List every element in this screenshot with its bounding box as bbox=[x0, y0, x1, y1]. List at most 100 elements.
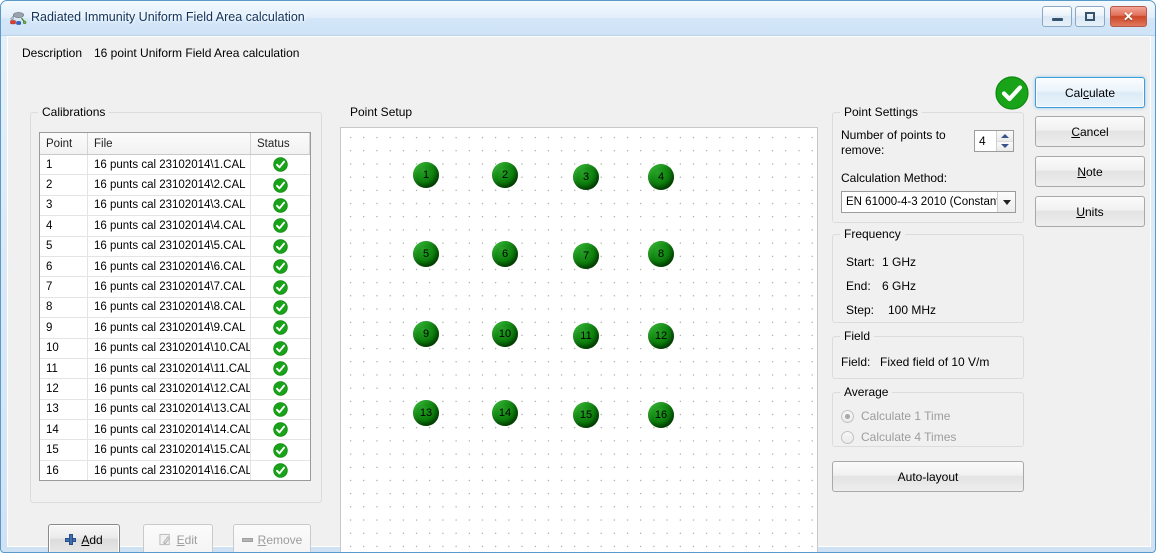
calibrations-table[interactable]: Point File Status 1 16 punts cal 23102014… bbox=[39, 132, 311, 481]
table-row[interactable]: 9 16 punts cal 23102014\9.CAL bbox=[40, 318, 310, 339]
description-value: 16 point Uniform Field Area calculation bbox=[94, 46, 300, 60]
calculation-method-select[interactable]: EN 61000-4-3 2010 (Constant f bbox=[841, 191, 1016, 213]
point-marker[interactable]: 4 bbox=[648, 164, 674, 190]
radio-calculate-1-time-label: Calculate 1 Time bbox=[861, 409, 951, 423]
table-row[interactable]: 4 16 punts cal 23102014\4.CAL bbox=[40, 216, 310, 237]
status-ok-icon bbox=[273, 218, 288, 234]
cell-point: 13 bbox=[40, 399, 88, 420]
table-row[interactable]: 16 16 punts cal 23102014\16.CAL bbox=[40, 460, 310, 480]
stepper-up-button[interactable] bbox=[997, 131, 1013, 141]
cell-file: 16 punts cal 23102014\16.CAL bbox=[88, 460, 251, 480]
calculate-button[interactable]: Calculate bbox=[1035, 77, 1145, 108]
table-row[interactable]: 10 16 punts cal 23102014\10.CAL bbox=[40, 338, 310, 359]
status-ok-icon bbox=[273, 239, 288, 254]
radio-calculate-4-times[interactable]: Calculate 4 Times bbox=[841, 430, 956, 444]
edit-button[interactable]: Edit bbox=[143, 524, 213, 552]
point-marker[interactable]: 1 bbox=[413, 162, 439, 188]
frequency-start-value: 1 GHz bbox=[882, 255, 917, 269]
table-row[interactable]: 11 16 punts cal 23102014\11.CAL bbox=[40, 358, 310, 380]
column-header-point[interactable]: Point bbox=[40, 133, 88, 154]
point-marker[interactable]: 16 bbox=[648, 402, 674, 428]
window-title: Radiated Immunity Uniform Field Area cal… bbox=[31, 10, 305, 24]
point-marker[interactable]: 7 bbox=[573, 243, 599, 269]
minimize-icon bbox=[1043, 7, 1071, 26]
minimize-button[interactable] bbox=[1042, 6, 1072, 27]
close-button[interactable]: ✕ bbox=[1110, 6, 1147, 27]
point-setup-canvas[interactable]: 1 2 3 4 5 6 7 8 9 10 11 12 13 14 15 16 bbox=[340, 127, 818, 552]
table-row[interactable]: 7 16 punts cal 23102014\7.CAL bbox=[40, 277, 310, 298]
title-bar: Radiated Immunity Uniform Field Area cal… bbox=[1, 1, 1155, 36]
status-ok-icon bbox=[273, 300, 288, 315]
status-ok-icon bbox=[273, 381, 288, 397]
table-row[interactable]: 3 16 punts cal 23102014\3.CAL bbox=[40, 195, 310, 217]
table-row[interactable]: 13 16 punts cal 23102014\13.CAL bbox=[40, 399, 310, 421]
stepper-down-button[interactable] bbox=[997, 140, 1013, 151]
point-marker[interactable]: 9 bbox=[413, 321, 439, 347]
add-button[interactable]: Add bbox=[48, 524, 120, 552]
column-header-status[interactable]: Status bbox=[251, 133, 310, 154]
units-button[interactable]: Units bbox=[1035, 196, 1145, 227]
point-marker[interactable]: 10 bbox=[492, 321, 518, 347]
calibrations-group: Calibrations Point File Status 1 16 punts… bbox=[30, 105, 322, 503]
average-group-title: Average bbox=[840, 385, 893, 399]
note-button[interactable]: Note bbox=[1035, 156, 1145, 187]
points-to-remove-value[interactable]: 4 bbox=[975, 131, 996, 151]
status-ok-icon bbox=[273, 402, 288, 417]
frequency-step-label: Step: bbox=[846, 303, 875, 317]
cancel-label: Cancel bbox=[1071, 124, 1109, 139]
green-check-icon bbox=[995, 76, 1029, 110]
table-row[interactable]: 2 16 punts cal 23102014\2.CAL bbox=[40, 175, 310, 196]
table-row[interactable]: 5 16 punts cal 23102014\5.CAL bbox=[40, 236, 310, 257]
remove-button[interactable]: Remove bbox=[233, 524, 311, 552]
point-marker[interactable]: 12 bbox=[648, 323, 674, 349]
frequency-end-label: End: bbox=[846, 279, 871, 293]
cell-status bbox=[251, 318, 310, 337]
maximize-button[interactable] bbox=[1075, 6, 1105, 27]
table-row[interactable]: 15 16 punts cal 23102014\15.CAL bbox=[40, 440, 310, 461]
cell-file: 16 punts cal 23102014\2.CAL bbox=[88, 175, 251, 195]
point-marker[interactable]: 14 bbox=[492, 400, 518, 426]
point-marker[interactable]: 2 bbox=[492, 162, 518, 188]
table-row[interactable]: 12 16 punts cal 23102014\12.CAL bbox=[40, 379, 310, 400]
points-to-remove-stepper[interactable]: 4 bbox=[974, 130, 1014, 152]
cell-status bbox=[251, 196, 310, 215]
point-setup-group-title: Point Setup bbox=[346, 105, 417, 119]
status-ok-icon bbox=[273, 259, 288, 274]
auto-layout-label: Auto-layout bbox=[897, 469, 959, 484]
remove-button-label: Remove bbox=[257, 532, 303, 547]
minus-icon bbox=[241, 537, 253, 542]
cell-point: 5 bbox=[40, 236, 88, 256]
status-ok-icon bbox=[273, 463, 288, 478]
cell-status bbox=[251, 339, 310, 358]
point-marker[interactable]: 6 bbox=[492, 241, 518, 267]
cell-file: 16 punts cal 23102014\13.CAL bbox=[88, 399, 251, 420]
cell-status bbox=[251, 277, 310, 296]
point-marker[interactable]: 11 bbox=[573, 323, 599, 349]
cancel-button[interactable]: Cancel bbox=[1035, 116, 1145, 147]
frequency-end-value: 6 GHz bbox=[882, 279, 917, 293]
status-ok-icon bbox=[273, 361, 288, 376]
cell-status bbox=[251, 155, 310, 174]
cell-point: 6 bbox=[40, 256, 88, 277]
auto-layout-button[interactable]: Auto-layout bbox=[832, 461, 1024, 492]
status-ok-icon bbox=[273, 157, 288, 172]
point-marker[interactable]: 3 bbox=[573, 164, 599, 190]
radio-calculate-1-time[interactable]: Calculate 1 Time bbox=[841, 409, 950, 423]
point-marker[interactable]: 13 bbox=[413, 400, 439, 426]
table-row[interactable]: 6 16 punts cal 23102014\6.CAL bbox=[40, 256, 310, 278]
field-value: Fixed field of 10 V/m bbox=[880, 355, 990, 369]
cell-point: 14 bbox=[40, 420, 88, 440]
cell-status bbox=[251, 461, 310, 480]
cell-point: 7 bbox=[40, 277, 88, 297]
cell-point: 10 bbox=[40, 338, 88, 358]
column-header-file[interactable]: File bbox=[88, 133, 251, 154]
table-row[interactable]: 8 16 punts cal 23102014\8.CAL bbox=[40, 297, 310, 319]
chevron-down-icon bbox=[1002, 199, 1011, 205]
point-marker[interactable]: 15 bbox=[573, 402, 599, 428]
table-row[interactable]: 14 16 punts cal 23102014\14.CAL bbox=[40, 420, 310, 441]
combo-dropdown-button[interactable] bbox=[997, 192, 1015, 212]
point-marker[interactable]: 8 bbox=[648, 241, 674, 267]
table-row[interactable]: 1 16 punts cal 23102014\1.CAL bbox=[40, 155, 310, 176]
cell-file: 16 punts cal 23102014\12.CAL bbox=[88, 379, 251, 399]
point-marker[interactable]: 5 bbox=[413, 241, 439, 267]
